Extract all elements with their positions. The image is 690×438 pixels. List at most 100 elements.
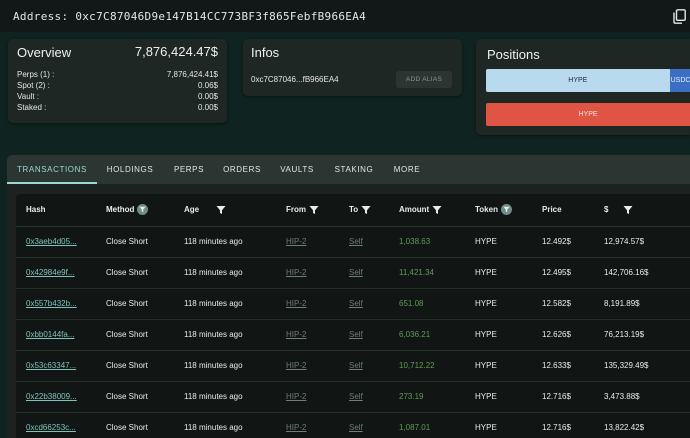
tab-orders[interactable]: ORDERS — [215, 155, 269, 184]
token-cell: HYPE — [475, 381, 542, 413]
to-link[interactable]: Self — [349, 361, 363, 370]
age-cell: 118 minutes ago — [184, 412, 286, 438]
overview-row-label: Staked : — [17, 103, 47, 112]
to-link[interactable]: Self — [349, 268, 363, 277]
add-alias-button[interactable]: ADD ALIAS — [396, 71, 452, 88]
address-value: 0xc7C87046D9e147B14CC773BF3f865FebfB966E… — [75, 9, 367, 23]
long-position-bar[interactable]: HYPE USDC — [486, 69, 690, 92]
filter-icon[interactable] — [623, 205, 633, 215]
method-cell: Close Short — [106, 226, 184, 258]
table-header-row: Hash Method Age From To Amount Token Pri… — [16, 194, 690, 227]
overview-row-label: Vault : — [17, 92, 40, 101]
tab-more[interactable]: MORE — [383, 155, 431, 184]
col-hash: Hash — [16, 194, 106, 227]
filter-icon[interactable] — [432, 205, 442, 215]
col-to: To — [349, 194, 399, 227]
address-label: Address: — [13, 9, 69, 23]
address-text: Address: 0xc7C87046D9e147B14CC773BF3f865… — [13, 10, 366, 23]
usd-cell: 135,329.49$ — [604, 350, 690, 382]
hash-link[interactable]: 0xcd66253c... — [26, 423, 76, 432]
address-bar: Address: 0xc7C87046D9e147B14CC773BF3f865… — [0, 0, 690, 32]
token-cell: HYPE — [475, 412, 542, 438]
from-link[interactable]: HIP-2 — [286, 268, 306, 277]
tab-holdings[interactable]: HOLDINGS — [97, 155, 163, 184]
overview-row-label: Spot (2) : — [17, 81, 50, 90]
usd-cell: 8,191.89$ — [604, 288, 690, 320]
overview-card: Overview 7,876,424.47$ Perps (1) : 7,876… — [8, 39, 227, 123]
to-link[interactable]: Self — [349, 237, 363, 246]
usd-cell: 142,706.16$ — [604, 257, 690, 289]
amount-cell: 1,087.01 — [399, 412, 475, 438]
col-from-label: From — [286, 205, 306, 215]
usd-cell: 13,822.42$ — [604, 412, 690, 438]
from-link[interactable]: HIP-2 — [286, 392, 306, 401]
hash-link[interactable]: 0x3aeb4d05... — [26, 237, 77, 246]
age-cell: 118 minutes ago — [184, 381, 286, 413]
short-position-bar[interactable]: HYPE — [486, 103, 690, 126]
col-amount-label: Amount — [399, 205, 430, 215]
age-cell: 118 minutes ago — [184, 350, 286, 382]
amount-cell: 6,036.21 — [399, 319, 475, 351]
usd-cell: 76,213.19$ — [604, 319, 690, 351]
hash-link[interactable]: 0x53c63347... — [26, 361, 76, 370]
to-link[interactable]: Self — [349, 299, 363, 308]
hash-link[interactable]: 0x42984e9f... — [26, 268, 74, 277]
col-price-label: Price — [542, 205, 562, 215]
overview-row-value: 0.06$ — [197, 81, 218, 90]
method-cell: Close Short — [106, 288, 184, 320]
col-method: Method — [106, 194, 184, 227]
price-cell: 12.716$ — [542, 381, 604, 413]
hash-link[interactable]: 0x22b38009... — [26, 392, 77, 401]
filter-icon[interactable] — [216, 205, 226, 215]
col-usd-label: $ — [604, 205, 609, 215]
filter-icon[interactable] — [361, 205, 371, 215]
tab-staking[interactable]: STAKING — [325, 155, 383, 184]
amount-cell: 651.08 — [399, 288, 475, 320]
col-to-label: To — [349, 205, 359, 215]
long-position-usdc: USDC — [669, 69, 690, 92]
table-row: 0x42984e9f... Close Short 118 minutes ag… — [16, 257, 690, 289]
col-age: Age — [184, 194, 286, 227]
age-cell: 118 minutes ago — [184, 257, 286, 289]
filter-active-icon[interactable] — [137, 204, 149, 216]
to-link[interactable]: Self — [349, 423, 363, 432]
amount-cell: 11,421.34 — [399, 257, 475, 289]
filter-active-icon[interactable] — [500, 204, 512, 216]
col-usd: $ — [604, 194, 690, 227]
col-price: Price — [542, 194, 604, 227]
token-cell: HYPE — [475, 288, 542, 320]
from-link[interactable]: HIP-2 — [286, 237, 306, 246]
to-link[interactable]: Self — [349, 330, 363, 339]
to-link[interactable]: Self — [349, 392, 363, 401]
overview-row-value: 0.00$ — [197, 92, 218, 101]
hash-link[interactable]: 0xbb0144fa... — [26, 330, 74, 339]
from-link[interactable]: HIP-2 — [286, 361, 306, 370]
overview-row-spot: Spot (2) : 0.06$ — [17, 81, 218, 92]
from-link[interactable]: HIP-2 — [286, 299, 306, 308]
from-link[interactable]: HIP-2 — [286, 330, 306, 339]
col-amount: Amount — [399, 194, 475, 227]
col-age-label: Age — [184, 205, 200, 215]
tab-perps[interactable]: PERPS — [163, 155, 215, 184]
tab-transactions[interactable]: TRANSACTIONS — [7, 155, 97, 184]
copy-icon[interactable] — [673, 9, 686, 24]
age-cell: 118 minutes ago — [184, 288, 286, 320]
infos-short-address: 0xc7C87046...fB966EA4 — [251, 75, 339, 84]
price-cell: 12.716$ — [542, 412, 604, 438]
table-row: 0xbb0144fa... Close Short 118 minutes ag… — [16, 319, 690, 351]
tab-vaults[interactable]: VAULTS — [269, 155, 325, 184]
transactions-grid: Hash Method Age From To Amount Token Pri… — [16, 194, 690, 438]
col-token: Token — [475, 194, 542, 227]
overview-row-staked: Staked : 0.00$ — [17, 103, 218, 114]
age-cell: 118 minutes ago — [184, 319, 286, 351]
amount-cell: 273.19 — [399, 381, 475, 413]
filter-icon[interactable] — [309, 205, 319, 215]
token-cell: HYPE — [475, 226, 542, 258]
hash-link[interactable]: 0x557b432b... — [26, 299, 77, 308]
age-cell: 118 minutes ago — [184, 226, 286, 258]
token-cell: HYPE — [475, 350, 542, 382]
from-link[interactable]: HIP-2 — [286, 423, 306, 432]
token-cell: HYPE — [475, 319, 542, 351]
col-hash-label: Hash — [26, 205, 46, 215]
table-row: 0x3aeb4d05... Close Short 118 minutes ag… — [16, 226, 690, 258]
